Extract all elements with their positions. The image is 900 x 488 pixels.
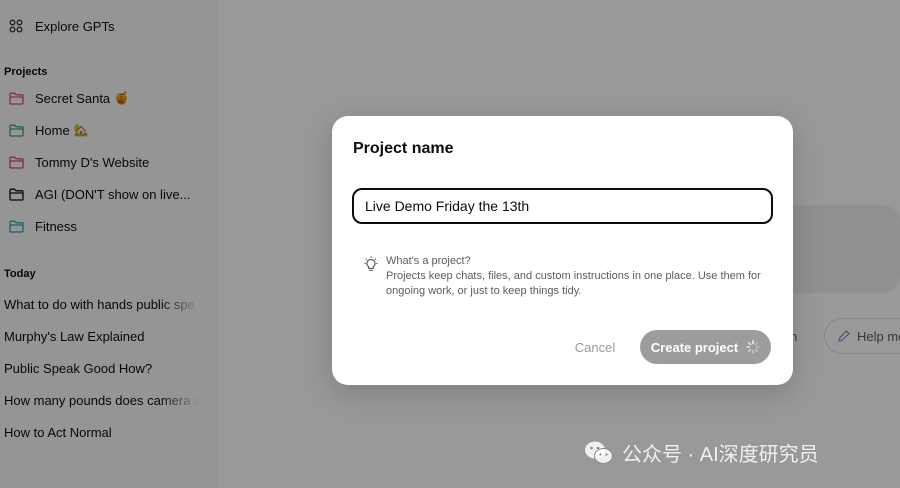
info-body: Projects keep chats, files, and custom i…	[386, 270, 761, 297]
project-name-dialog: Project name What's a project? Projects …	[332, 116, 793, 385]
cancel-button[interactable]: Cancel	[562, 330, 628, 364]
lightbulb-icon	[362, 256, 380, 276]
watermark-text: 公众号 · AI深度研究员	[622, 444, 819, 466]
create-project-label: Create project	[650, 339, 739, 355]
watermark: 公众号 · AI深度研究员	[584, 438, 819, 467]
spinner-icon	[746, 340, 760, 354]
wechat-icon	[585, 441, 613, 464]
dialog-title: Project name	[353, 140, 454, 157]
project-info: What's a project? Projects keep chats, f…	[362, 254, 772, 299]
project-name-input[interactable]	[352, 188, 773, 224]
create-project-button[interactable]: Create project	[640, 330, 771, 364]
info-title: What's a project?	[386, 255, 471, 267]
